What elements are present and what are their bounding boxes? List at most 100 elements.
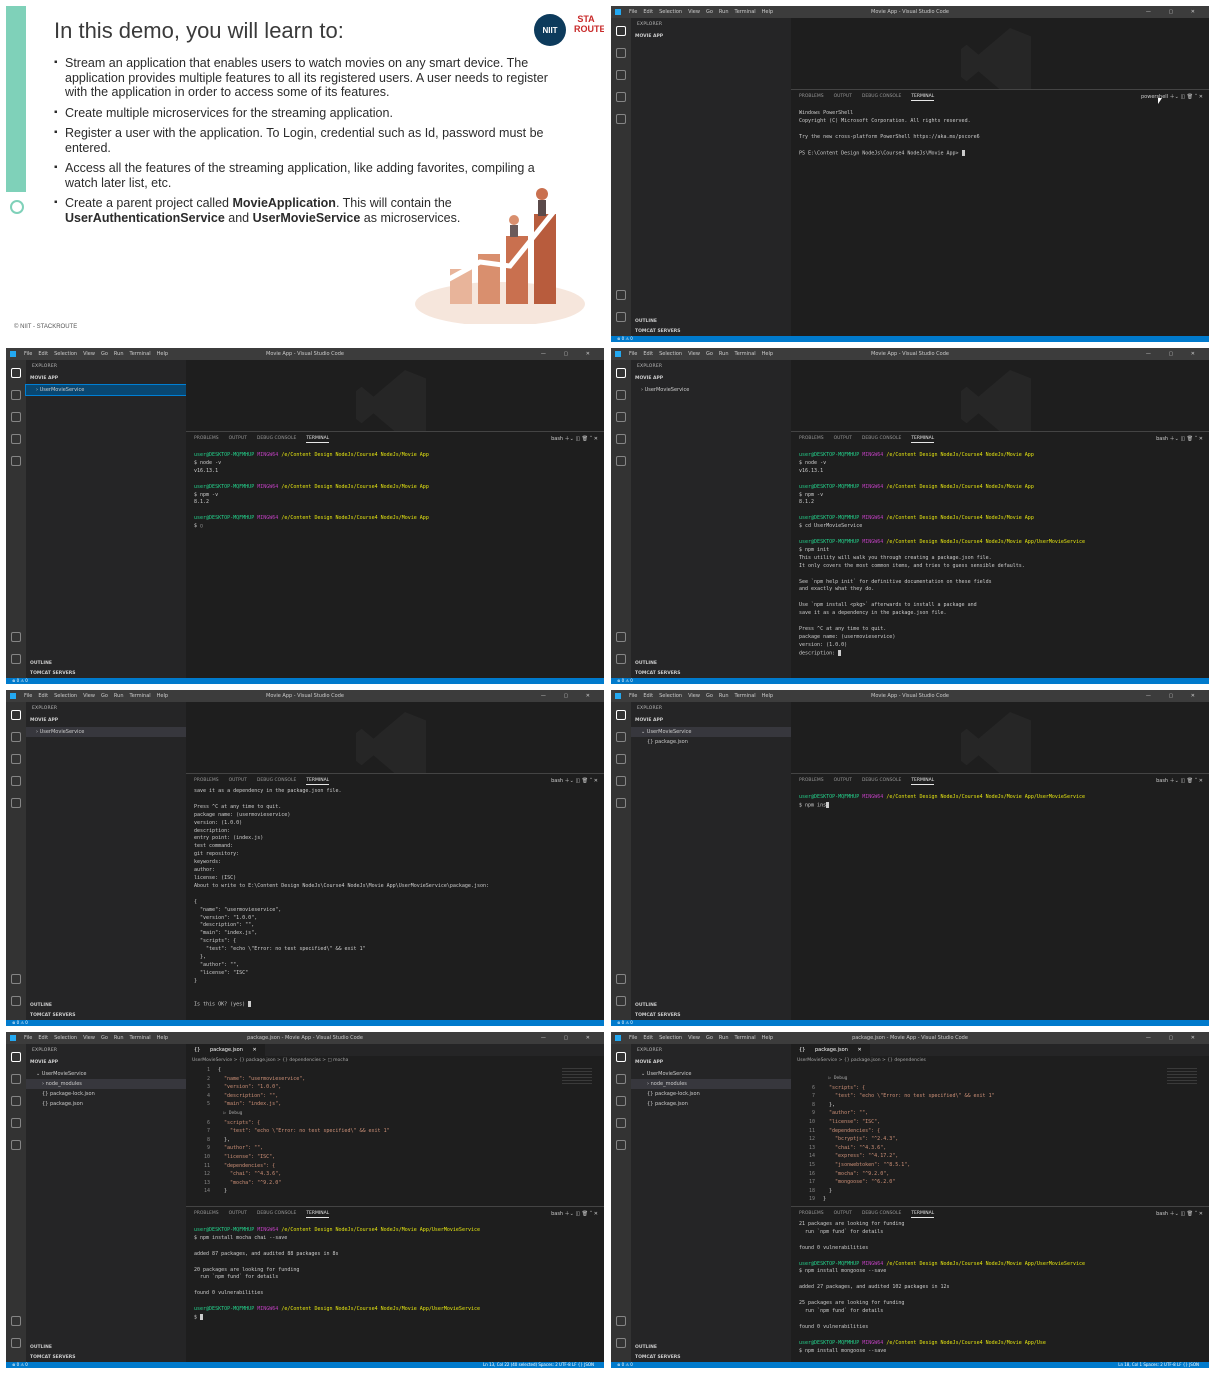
account-icon[interactable] — [11, 974, 21, 984]
run-debug-icon[interactable] — [616, 1118, 626, 1128]
tree-folder-node-modules[interactable]: › node_modules — [26, 1079, 186, 1089]
files-icon[interactable] — [11, 710, 21, 720]
code-line[interactable]: 11 "dependencies": { — [192, 1162, 390, 1171]
code-line[interactable]: 6 "scripts": { — [192, 1119, 390, 1128]
gear-icon[interactable] — [616, 1338, 626, 1348]
tab-package-json[interactable]: {} package.json ✕ — [791, 1044, 870, 1056]
code-line[interactable]: ▷ Debug — [192, 1109, 390, 1119]
code-editor[interactable]: 1{2 "name": "usermovieservice", 3 "versio… — [192, 1066, 390, 1196]
terminal-controls[interactable]: powershell ＋⌄ ◫ 🗑 ˄ ✕ — [1141, 93, 1203, 100]
run-debug-icon[interactable] — [616, 92, 626, 102]
window-controls[interactable]: — ▢ ✕ — [541, 1032, 598, 1044]
tree-folder-usermovieservice[interactable]: › UserMovieService — [631, 385, 791, 395]
project-folder[interactable]: MOVIE APP — [635, 376, 663, 381]
code-line[interactable]: 14 } — [192, 1187, 390, 1196]
files-icon[interactable] — [616, 368, 626, 378]
code-line[interactable]: 5 "main": "index.js", — [192, 1100, 390, 1109]
terminal-shell-label[interactable]: bash — [1156, 1211, 1168, 1217]
gear-icon[interactable] — [616, 312, 626, 322]
code-line[interactable]: 4 "description": "", — [192, 1092, 390, 1101]
search-icon[interactable] — [11, 1074, 21, 1084]
code-line[interactable]: 2 "name": "usermovieservice", — [192, 1075, 390, 1084]
gear-icon[interactable] — [11, 996, 21, 1006]
window-controls[interactable]: — ▢ ✕ — [541, 348, 598, 360]
tab-output[interactable]: OUTPUT — [229, 778, 247, 783]
terminal-shell-label[interactable]: bash — [1156, 778, 1168, 784]
terminal-shell-label[interactable]: powershell — [1141, 94, 1168, 100]
minimap[interactable] — [562, 1068, 592, 1084]
account-icon[interactable] — [616, 974, 626, 984]
code-line[interactable]: 9 "author": "", — [192, 1144, 390, 1153]
tab-terminal[interactable]: TERMINAL — [911, 436, 935, 443]
terminal-controls[interactable]: bash ＋⌄ ◫ 🗑 ˄ ✕ — [1156, 1210, 1203, 1217]
terminal-shell-label[interactable]: bash — [551, 778, 563, 784]
tab-terminal[interactable]: TERMINAL — [306, 778, 330, 785]
extensions-icon[interactable] — [11, 1140, 21, 1150]
tomcat-section[interactable]: TOMCAT SERVERS — [30, 671, 76, 676]
code-line[interactable]: 16 "mocha": "^9.2.0", — [797, 1170, 995, 1179]
tree-folder-usermovieservice[interactable]: ⌄ UserMovieService — [26, 1069, 186, 1079]
terminal-shell-label[interactable]: bash — [1156, 436, 1168, 442]
tree-file-package-json[interactable]: {} package.json — [631, 1099, 791, 1109]
terminal-controls[interactable]: bash ＋⌄ ◫ 🗑 ˄ ✕ — [551, 1210, 598, 1217]
gear-icon[interactable] — [11, 1338, 21, 1348]
tree-folder-usermovieservice[interactable]: ⌄ UserMovieService — [631, 727, 791, 737]
source-control-icon[interactable] — [616, 754, 626, 764]
search-icon[interactable] — [11, 390, 21, 400]
extensions-icon[interactable] — [11, 456, 21, 466]
search-icon[interactable] — [616, 48, 626, 58]
tree-file-package-json[interactable]: {} package.json — [26, 1099, 186, 1109]
run-debug-icon[interactable] — [616, 776, 626, 786]
outline-section[interactable]: OUTLINE — [30, 1003, 52, 1008]
files-icon[interactable] — [11, 1052, 21, 1062]
tab-terminal[interactable]: TERMINAL — [306, 1211, 330, 1218]
source-control-icon[interactable] — [11, 412, 21, 422]
terminal-controls[interactable]: bash ＋⌄ ◫ 🗑 ˄ ✕ — [1156, 435, 1203, 442]
account-icon[interactable] — [616, 632, 626, 642]
code-line[interactable]: 14 "express": "^4.17.2", — [797, 1152, 995, 1161]
code-line[interactable]: 3 "version": "1.0.0", — [192, 1083, 390, 1092]
outline-section[interactable]: OUTLINE — [30, 661, 52, 666]
gear-icon[interactable] — [11, 654, 21, 664]
minimap[interactable] — [1167, 1068, 1197, 1084]
outline-section[interactable]: OUTLINE — [635, 1345, 657, 1350]
code-line[interactable]: 10 "license": "ISC", — [192, 1153, 390, 1162]
code-line[interactable]: 8 }, — [797, 1101, 995, 1110]
tab-output[interactable]: OUTPUT — [834, 94, 852, 99]
account-icon[interactable] — [616, 1316, 626, 1326]
gear-icon[interactable] — [616, 654, 626, 664]
code-line[interactable]: 18 } — [797, 1187, 995, 1196]
extensions-icon[interactable] — [616, 798, 626, 808]
tab-problems[interactable]: PROBLEMS — [799, 94, 824, 99]
search-icon[interactable] — [616, 732, 626, 742]
window-controls[interactable]: — ▢ ✕ — [541, 690, 598, 702]
tab-debug-console[interactable]: DEBUG CONSOLE — [257, 436, 296, 441]
account-icon[interactable] — [616, 290, 626, 300]
tab-problems[interactable]: PROBLEMS — [799, 1211, 824, 1216]
source-control-icon[interactable] — [616, 1096, 626, 1106]
project-folder[interactable]: MOVIE APP — [635, 718, 663, 723]
account-icon[interactable] — [11, 632, 21, 642]
tomcat-section[interactable]: TOMCAT SERVERS — [635, 1013, 681, 1018]
source-control-icon[interactable] — [616, 70, 626, 80]
code-line[interactable]: 13 "chai": "^4.3.6", — [797, 1144, 995, 1153]
tree-folder-usermovieservice[interactable]: ⌄ UserMovieService — [631, 1069, 791, 1079]
tomcat-section[interactable]: TOMCAT SERVERS — [30, 1013, 76, 1018]
tab-package-json[interactable]: {} package.json ✕ — [186, 1044, 265, 1056]
tab-output[interactable]: OUTPUT — [229, 1211, 247, 1216]
tree-folder-usermovieservice[interactable]: › UserMovieService — [26, 727, 186, 737]
tab-debug-console[interactable]: DEBUG CONSOLE — [257, 778, 296, 783]
tree-file-package-lock[interactable]: {} package-lock.json — [26, 1089, 186, 1099]
files-icon[interactable] — [616, 26, 626, 36]
project-folder[interactable]: MOVIE APP — [30, 376, 58, 381]
code-line[interactable]: ▷ Debug — [797, 1074, 995, 1084]
terminal-controls[interactable]: bash ＋⌄ ◫ 🗑 ˄ ✕ — [1156, 777, 1203, 784]
tree-file-package-lock[interactable]: {} package-lock.json — [631, 1089, 791, 1099]
extensions-icon[interactable] — [11, 798, 21, 808]
tab-output[interactable]: OUTPUT — [229, 436, 247, 441]
window-controls[interactable]: — ▢ ✕ — [1146, 348, 1203, 360]
project-folder[interactable]: MOVIE APP — [30, 718, 58, 723]
tab-problems[interactable]: PROBLEMS — [799, 436, 824, 441]
window-controls[interactable]: — ▢ ✕ — [1146, 6, 1203, 18]
tomcat-section[interactable]: TOMCAT SERVERS — [635, 671, 681, 676]
